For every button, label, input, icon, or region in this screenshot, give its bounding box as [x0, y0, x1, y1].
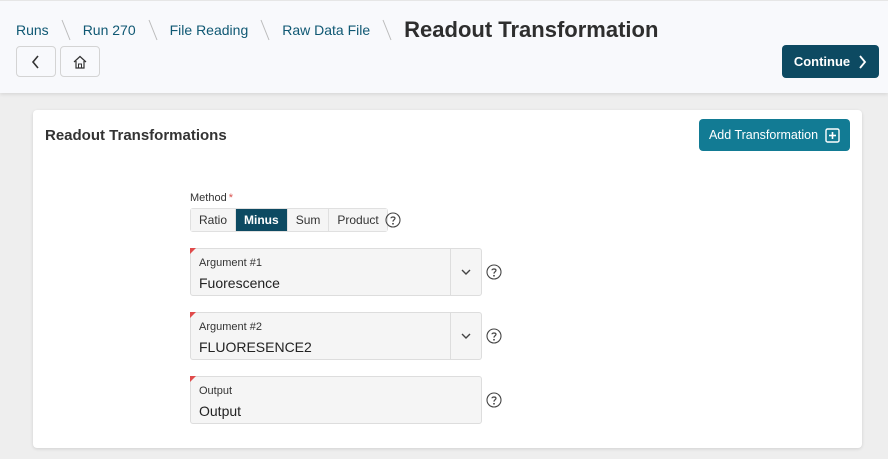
breadcrumb-separator: [61, 18, 71, 42]
argument-2-select[interactable]: Argument #2 FLUORESENCE2: [190, 312, 482, 360]
required-indicator: [190, 376, 196, 382]
argument-1-label: Argument #1: [199, 257, 262, 269]
argument-1-value: Fuorescence: [199, 275, 280, 291]
add-transformation-label: Add Transformation: [708, 128, 819, 142]
output-help-icon[interactable]: [486, 392, 502, 408]
continue-label: Continue: [793, 54, 851, 69]
chevron-down-icon: [461, 269, 471, 275]
continue-button[interactable]: Continue: [782, 45, 879, 78]
breadcrumb: Runs Run 270 File Reading Raw Data File …: [16, 15, 658, 45]
chevron-down-icon: [461, 333, 471, 339]
header-bar: Runs Run 270 File Reading Raw Data File …: [0, 0, 888, 93]
chevron-left-icon: [31, 54, 39, 69]
argument-2-label: Argument #2: [199, 321, 262, 333]
required-indicator: [190, 248, 196, 254]
breadcrumb-file-reading[interactable]: File Reading: [170, 22, 249, 38]
card-title: Readout Transformations: [45, 127, 227, 144]
output-field[interactable]: Output Output: [190, 376, 482, 424]
argument-2-dropdown-toggle[interactable]: [450, 313, 481, 359]
breadcrumb-separator: [260, 18, 270, 42]
argument-2-help-icon[interactable]: [486, 328, 502, 344]
transformations-card: Readout Transformations Add Transformati…: [33, 110, 862, 448]
argument-1-dropdown-toggle[interactable]: [450, 249, 481, 295]
home-icon: [73, 55, 87, 69]
argument-2-value: FLUORESENCE2: [199, 339, 312, 355]
argument-1-help-icon[interactable]: [486, 264, 502, 280]
home-button[interactable]: [60, 46, 100, 77]
breadcrumb-separator: [382, 18, 392, 42]
back-button[interactable]: [16, 46, 56, 77]
method-label: Method *: [190, 192, 233, 204]
required-indicator: [190, 312, 196, 318]
required-mark: *: [228, 192, 233, 204]
method-label-text: Method: [190, 192, 227, 204]
output-label: Output: [199, 385, 233, 397]
add-transformation-button[interactable]: Add Transformation: [699, 119, 850, 151]
breadcrumb-runs[interactable]: Runs: [16, 22, 49, 38]
method-help-icon[interactable]: [385, 212, 401, 228]
page-title: Readout Transformation: [404, 17, 659, 42]
breadcrumb-separator: [148, 18, 158, 42]
chevron-right-icon: [859, 54, 867, 69]
argument-1-select[interactable]: Argument #1 Fuorescence: [190, 248, 482, 296]
method-button-group: Ratio Minus Sum Product: [190, 208, 388, 232]
breadcrumb-raw-data-file[interactable]: Raw Data File: [282, 22, 370, 38]
method-minus-button[interactable]: Minus: [236, 209, 288, 231]
output-value: Output: [199, 403, 242, 419]
breadcrumb-run[interactable]: Run 270: [83, 22, 136, 38]
method-ratio-button[interactable]: Ratio: [191, 209, 237, 231]
plus-square-icon: [825, 127, 840, 143]
method-product-button[interactable]: Product: [329, 209, 387, 231]
method-sum-button[interactable]: Sum: [287, 209, 330, 231]
